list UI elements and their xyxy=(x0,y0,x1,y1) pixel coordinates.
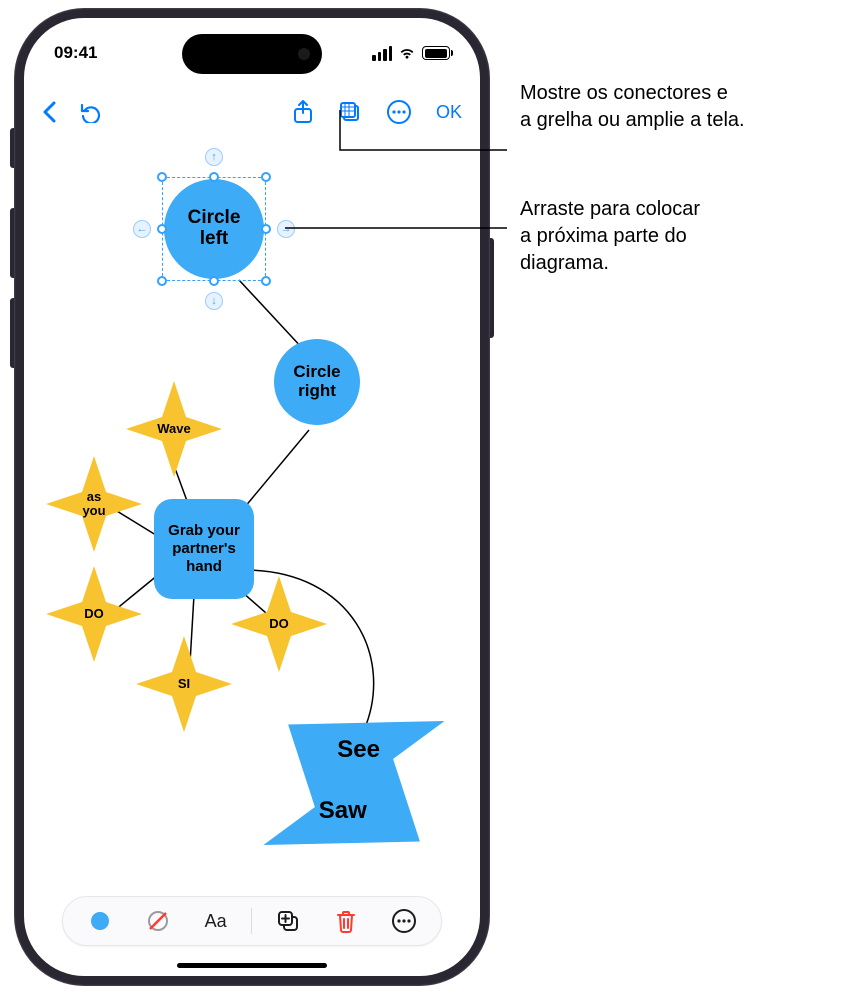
status-time: 09:41 xyxy=(54,43,97,63)
cellular-icon xyxy=(372,46,392,61)
wifi-icon xyxy=(398,46,416,60)
battery-icon xyxy=(422,46,450,60)
callout-drag-connector: Arraste para colocar a próxima parte do … xyxy=(520,196,700,277)
dynamic-island xyxy=(182,34,322,74)
callout-canvas-options: Mostre os conectores e a grelha ou ampli… xyxy=(520,80,745,134)
